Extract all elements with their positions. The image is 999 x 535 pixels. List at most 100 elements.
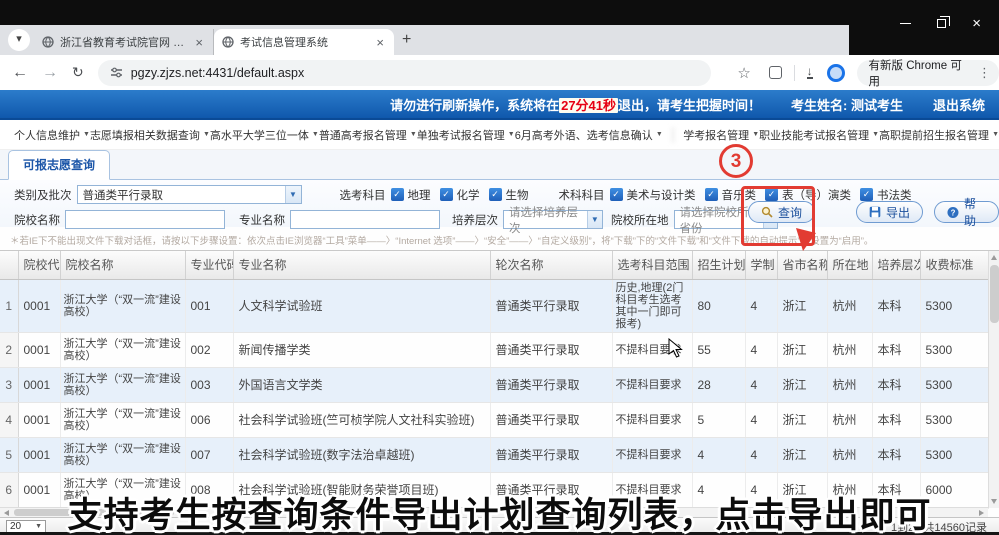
nav-menu-item[interactable]: 高水平大学三位一体▼ [210,127,319,143]
checkbox-checked-icon: ✓ [440,188,453,201]
chevron-down-icon: ▼ [285,186,301,203]
subject-checkbox[interactable]: ✓生物 [489,187,529,203]
table-row[interactable]: 2 0001 浙江大学（“双一流”建设高校） 002 新闻传播学类 普通类平行录… [0,332,988,367]
bookmark-star-icon[interactable]: ☆ [737,64,750,82]
arts-label: 术科科目 [559,187,605,203]
column-header[interactable]: 招生计划数 [692,251,745,279]
browser-toolbar: ← → ↻ pgzy.zjzs.net:4431/default.aspx ☆ … [0,55,999,90]
column-header[interactable]: 学制 [745,251,777,279]
save-disk-icon [869,206,881,218]
scroll-up-icon[interactable] [991,255,997,260]
chrome-update-button[interactable]: 有新版 Chrome 可用 ⋮ [857,60,999,86]
checkbox-checked-icon: ✓ [610,188,623,201]
table-row[interactable]: 1 0001 浙江大学（“双一流”建设高校） 001 人文科学试验班 普通类平行… [0,280,988,333]
vertical-scrollbar[interactable] [988,251,999,508]
table-row[interactable]: 5 0001 浙江大学（“双一流”建设高校） 007 社会科学试验班(数字法治卓… [0,437,988,472]
column-header[interactable]: 院校名称 [60,251,185,279]
chevron-down-icon: ▼ [203,131,210,138]
ie-download-hint: ＊若IE下不能出现文件下载对话框，请按以下步骤设置：依次点击IE浏览器“工具”菜… [0,227,999,250]
globe-favicon-icon [222,36,234,48]
column-header[interactable]: 省市名称 [777,251,827,279]
results-grid: 院校代码院校名称专业代码专业名称轮次名称选考科目范围招生计划数学制省市名称所在地… [0,250,999,517]
svg-text:?: ? [951,208,956,217]
tab-volunteer-query[interactable]: 可报志愿查询 [8,150,110,180]
countdown-timer: 27分41秒 [559,98,618,113]
nav-menu-item[interactable]: 志愿填报相关数据查询▼ [90,127,210,143]
chevron-down-icon: ▼ [312,131,319,138]
toolbar-divider [794,65,795,81]
nav-menu-item[interactable]: 个人信息维护▼ [14,127,90,143]
results-table: 院校代码院校名称专业代码专业名称轮次名称选考科目范围招生计划数学制省市名称所在地… [0,251,989,280]
logout-link[interactable]: 退出系统 [933,95,985,114]
reload-icon[interactable]: ↻ [72,64,84,81]
checkbox-checked-icon: ✓ [489,188,502,201]
subject-checkbox[interactable]: ✓化学 [440,187,480,203]
close-icon[interactable]: × [972,19,981,29]
checkbox-checked-icon: ✓ [391,188,404,201]
table-header-row: 院校代码院校名称专业代码专业名称轮次名称选考科目范围招生计划数学制省市名称所在地… [0,251,988,279]
column-header[interactable]: 专业名称 [233,251,490,279]
vertical-scroll-thumb[interactable] [990,265,999,323]
arts-checkbox[interactable]: ✓美术与设计类 [610,187,696,203]
window-controls: × [849,0,999,55]
browser-tab-inactive[interactable]: 浙江省教育考试院官网 考生办 × [34,29,214,55]
column-header[interactable]: 收费标准 [920,251,988,279]
column-header[interactable]: 选考科目范围 [612,251,692,279]
chevron-down-icon: ▼ [656,131,663,138]
subject-checkbox[interactable]: ✓地理 [391,187,431,203]
address-bar[interactable]: pgzy.zjzs.net:4431/default.aspx [98,60,712,86]
checkbox-checked-icon: ✓ [860,188,873,201]
restore-icon[interactable] [937,19,946,28]
category-select[interactable]: 普通类平行录取 ▼ [77,185,302,204]
table-row[interactable]: 3 0001 浙江大学（“双一流”建设高校） 003 外国语言文学类 普通类平行… [0,367,988,402]
downloads-icon[interactable]: ↓ [807,66,813,79]
back-icon[interactable]: ← [12,64,28,82]
nav-menu-item[interactable]: 6月高考外语、选考信息确认▼ [515,127,663,143]
column-header[interactable]: 院校代码 [18,251,60,279]
nav-menu-item[interactable]: 职业技能考试报名管理▼ [759,127,879,143]
new-tab-button[interactable]: + [402,31,411,49]
chevron-down-icon: ▼ [508,131,515,138]
grid-body: 1 0001 浙江大学（“双一流”建设高校） 001 人文科学试验班 普通类平行… [0,280,999,509]
export-button[interactable]: 导出 [856,201,923,223]
url-text: pgzy.zjzs.net:4431/default.aspx [131,66,305,80]
level-select[interactable]: 请选择培养层次 ▼ [503,210,603,229]
help-icon: ? [947,206,959,219]
tab-close-icon[interactable]: × [193,35,205,50]
annotation-arrow-icon [792,226,820,254]
table-row[interactable]: 4 0001 浙江大学（“双一流”建设高校） 006 社会科学试验班(竺可桢学院… [0,402,988,437]
nav-menu-item[interactable]: 高职提前招生报名管理▼ [879,127,999,143]
column-header[interactable]: 专业代码 [185,251,233,279]
college-name-input[interactable] [65,210,225,229]
query-form: 类别及批次 普通类平行录取 ▼ 选考科目 ✓地理✓化学✓生物 术科科目 ✓美术与… [0,180,999,227]
main-content: 可报志愿查询 类别及批次 普通类平行录取 ▼ 选考科目 ✓地理✓化学✓生物 术科… [0,150,999,535]
redacted-nav-item [671,127,675,143]
chevron-down-icon: ▼ [83,131,90,138]
column-header[interactable]: 培养层次 [872,251,920,279]
major-name-label: 专业名称 [239,212,285,228]
help-button[interactable]: ? 帮助 [934,201,999,223]
menu-kebab-icon[interactable]: ⋮ [978,65,991,81]
profile-avatar[interactable] [827,64,845,82]
student-name: 考生姓名: 测试考生 [791,95,903,114]
chevron-down-icon: ▼ [587,211,602,228]
nav-menu-item[interactable]: 学考报名管理▼ [683,127,759,143]
extensions-icon[interactable] [769,66,782,79]
mouse-cursor [668,338,684,360]
query-tabbar: 可报志愿查询 [0,150,999,180]
step-annotation-badge: 3 [719,144,753,178]
location-label: 院校所在地 [611,212,669,228]
tab-close-icon[interactable]: × [374,35,386,50]
nav-menu-item[interactable]: 普通高考报名管理▼ [319,127,417,143]
minimize-icon[interactable] [900,23,911,24]
nav-menu-item[interactable]: 单独考试报名管理▼ [417,127,515,143]
major-name-input[interactable] [290,210,440,229]
forward-icon[interactable]: → [42,64,58,82]
chrome-update-label: 有新版 Chrome 可用 [869,57,972,89]
column-header[interactable]: 轮次名称 [490,251,612,279]
column-header[interactable]: 所在地 [827,251,872,279]
browser-tab-active[interactable]: 考试信息管理系统 × [214,29,394,55]
chevron-down-icon: ▼ [410,131,417,138]
tab-title: 浙江省教育考试院官网 考生办 [60,34,187,50]
tab-search-button[interactable]: ▾ [8,29,30,51]
